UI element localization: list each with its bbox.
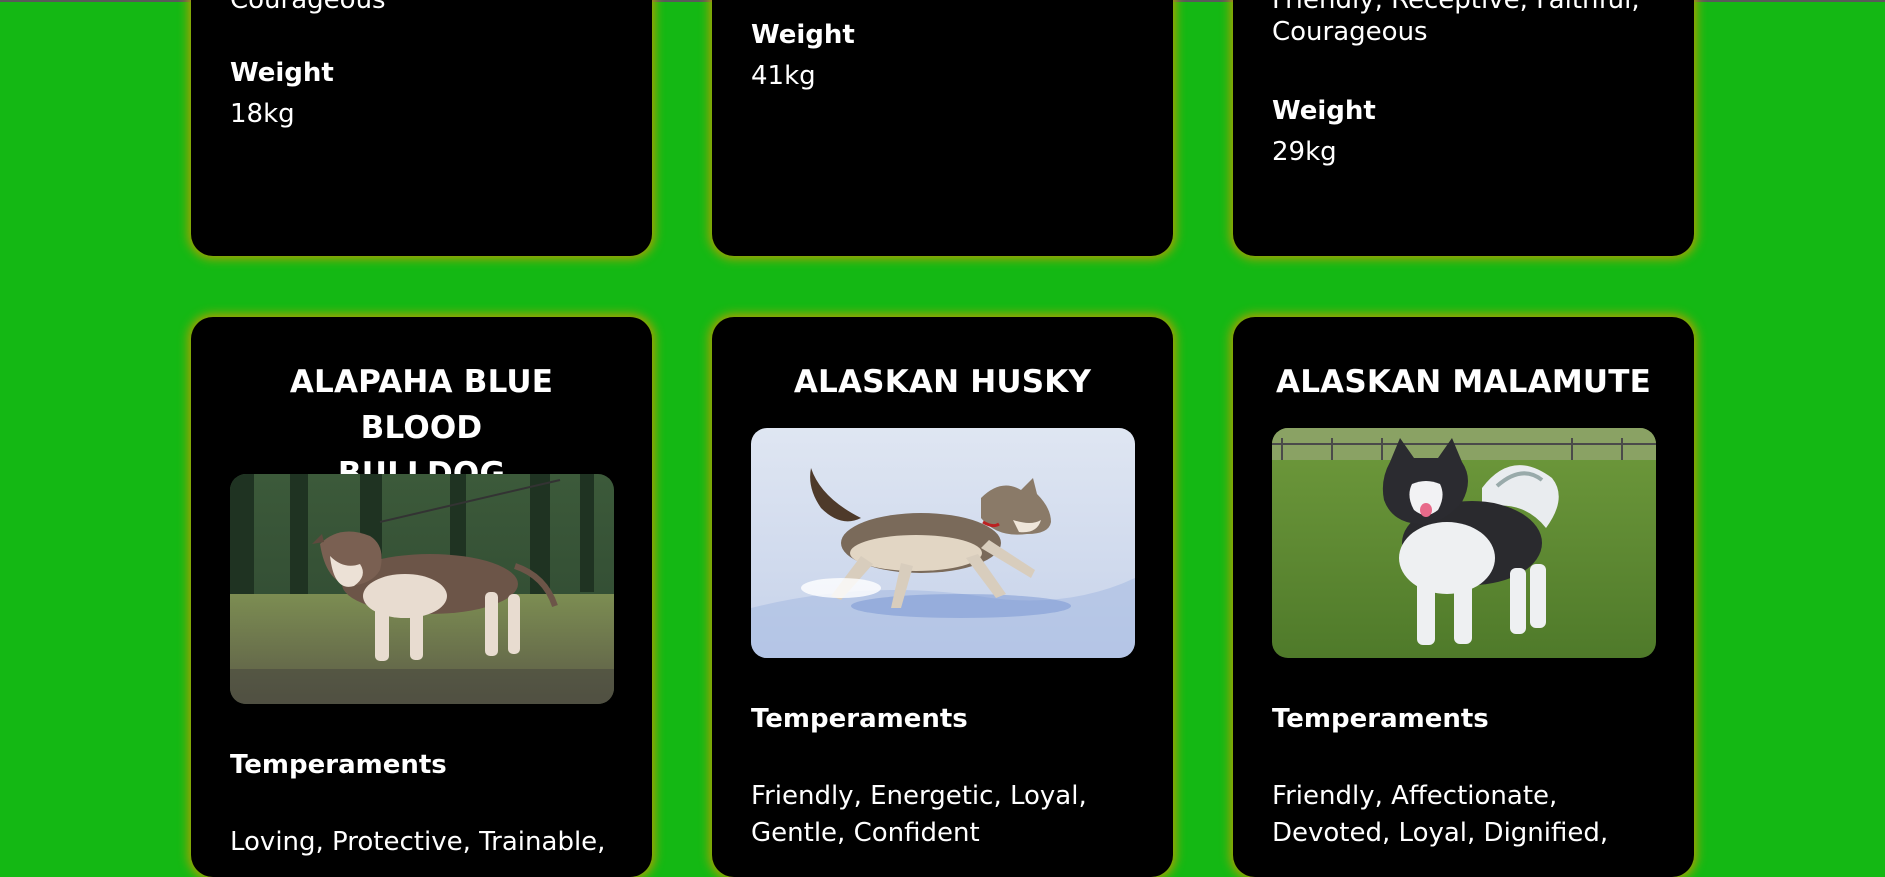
temperaments-label: Temperaments	[751, 704, 968, 734]
temperaments-value: Gentle, Confident	[751, 818, 980, 848]
breed-card[interactable]: Courageous Weight 18kg	[191, 0, 652, 256]
dog-photo-alapaha	[230, 474, 614, 704]
breed-title: ALASKAN HUSKY	[793, 364, 1092, 400]
temperaments-value: Devoted, Loyal, Dignified,	[1272, 818, 1609, 848]
breed-title: ALAPAHA BLUE BLOOD	[289, 364, 554, 446]
temperaments-label: Temperaments	[1272, 704, 1489, 734]
weight-value: 29kg	[1272, 137, 1337, 167]
temperaments-value: Friendly, Affectionate,	[1272, 781, 1558, 811]
weight-label: Weight	[230, 58, 334, 88]
breed-title: ALASKAN MALAMUTE	[1276, 364, 1651, 400]
dog-photo-husky	[751, 428, 1135, 658]
temperaments-label: Temperaments	[230, 750, 447, 780]
breed-card[interactable]: Friendly, Receptive, Faithful, Courageou…	[1233, 0, 1694, 256]
temperaments-value: Courageous	[1272, 17, 1428, 47]
breed-card-alaskan-malamute[interactable]: ALASKAN MALAMUTE Temperaments Friendly, …	[1233, 317, 1694, 877]
weight-value: 41kg	[751, 61, 816, 91]
temperaments-value: Courageous	[230, 0, 386, 15]
weight-label: Weight	[751, 20, 855, 50]
breed-card-alapaha[interactable]: ALAPAHA BLUE BLOOD BULLDOG	[191, 317, 652, 877]
weight-label: Weight	[1272, 96, 1376, 126]
temperaments-value: Loving, Protective, Trainable,	[230, 827, 606, 857]
breed-card-alaskan-husky[interactable]: ALASKAN HUSKY Temperaments Friendly, Ene…	[712, 317, 1173, 877]
breed-card[interactable]: Weight 41kg	[712, 0, 1173, 256]
dog-photo-malamute	[1272, 428, 1656, 658]
weight-value: 18kg	[230, 99, 295, 129]
temperaments-value: Friendly, Energetic, Loyal,	[751, 781, 1087, 811]
